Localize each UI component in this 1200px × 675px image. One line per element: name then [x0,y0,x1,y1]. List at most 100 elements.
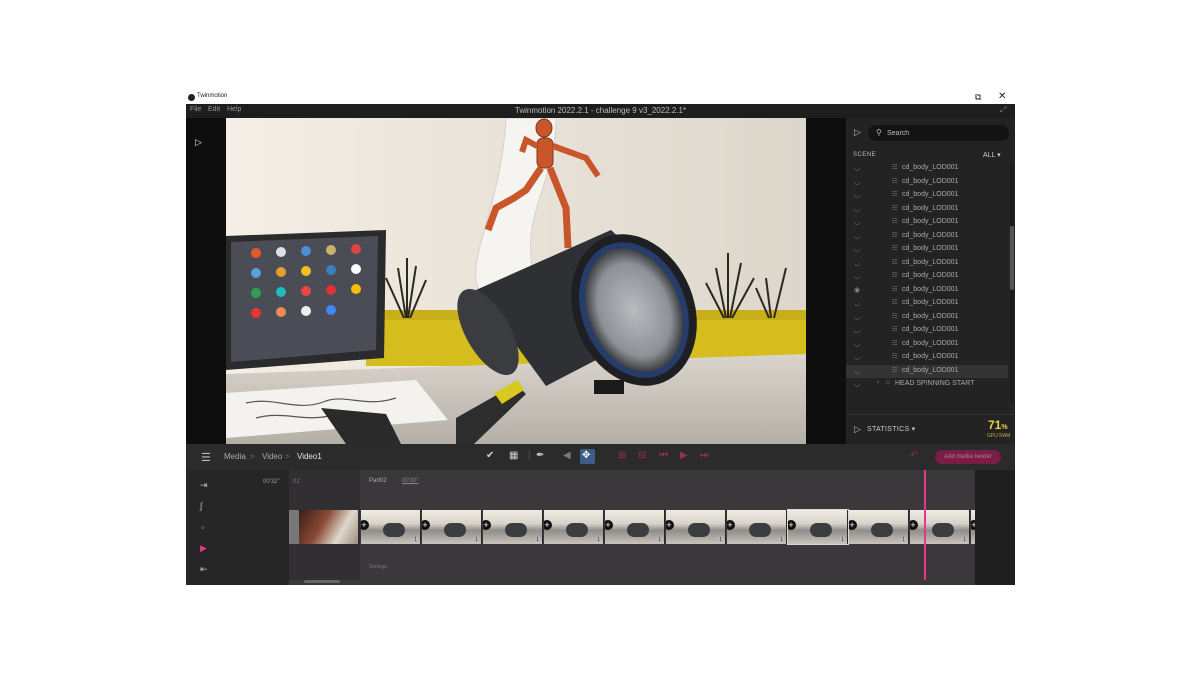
add-clip-icon[interactable]: + [361,520,369,530]
timeline[interactable]: 01' Part02 00'30" +1+1+1+1+1+1+1+1+1+1+1… [289,470,1015,585]
add-clip-icon[interactable]: + [788,520,796,530]
clip-thumbnail[interactable]: +1 [787,509,849,545]
add-clip-icon[interactable]: + [910,520,918,530]
play-timeline-icon[interactable]: ▶ [680,450,688,461]
clip-thumbnail[interactable]: +1 [727,510,787,544]
app-logo-icon [188,94,195,101]
scene-list-item[interactable]: ◡ ☷ cd_body_LOD001 [846,257,1008,271]
visibility-icon[interactable]: ◡ [854,272,860,280]
visibility-icon[interactable]: ◡ [854,299,860,307]
timeline-scrollbar[interactable] [304,580,340,583]
video-track-icon[interactable]: ▶ [200,543,207,554]
visibility-icon[interactable]: ◡ [854,340,860,348]
clip-preview [932,523,954,537]
breadcrumb-media[interactable]: Media [224,452,246,461]
chevron-right-icon[interactable]: › [877,379,879,386]
play-icon[interactable]: ▷ [195,137,202,148]
search-input[interactable] [887,127,997,139]
scene-list-item[interactable]: ◡ ☷ cd_body_LOD001 [846,162,1008,176]
next-icon[interactable]: ⏭ [700,450,709,461]
statistics-bar: ▷ STATISTICS ▾ 71% GPU RAM [846,414,1015,445]
split-icon[interactable]: ⊟ [638,450,646,461]
scene-list-item[interactable]: ◡ ☷ cd_body_LOD001 [846,338,1008,352]
part-time[interactable]: 00'30" [402,478,419,484]
scene-list-item[interactable]: ◡ ☷ cd_body_LOD001 [846,243,1008,257]
scene-list-item[interactable]: ◡ ☷ cd_body_LOD001 [846,189,1008,203]
scene-list-item[interactable]: ◡ ☷ cd_body_LOD001 [846,324,1008,338]
add-clip-icon[interactable]: + [544,520,552,530]
add-clip-icon[interactable]: + [849,520,857,530]
clip-thumbnail[interactable]: +1 [361,510,421,544]
add-clip-icon[interactable]: + [483,520,491,530]
visibility-icon[interactable]: ◡ [854,218,860,226]
visibility-icon[interactable]: ◡ [854,191,860,199]
clip-thumbnail[interactable]: +1 [544,510,604,544]
clip-preview [444,523,466,537]
scene-list-item[interactable]: ◡ ☷ cd_body_LOD001 [846,203,1008,217]
expand-icon[interactable]: ⤢ [1000,105,1006,115]
scene-item-label: cd_body_LOD001 [902,177,959,185]
visibility-icon[interactable]: ◡ [854,232,860,240]
enter-icon[interactable]: ⇥ [200,480,208,491]
scene-folder-item[interactable]: ◡ › □ HEAD SPINNING START [846,378,1008,392]
visibility-icon[interactable]: ◡ [854,313,860,321]
visibility-icon[interactable]: ◡ [854,380,860,388]
add-clip-icon[interactable]: + [727,520,735,530]
visibility-icon[interactable]: ◡ [854,178,860,186]
move-tool-button[interactable]: ✥ [580,449,595,464]
scene-list-item[interactable]: ◡ ☷ cd_body_LOD001 [846,176,1008,190]
visibility-icon[interactable]: ◡ [854,259,860,267]
chevron-down-icon: ▾ [997,152,1001,159]
scene-list-item[interactable]: ◡ ☷ cd_body_LOD001 [846,230,1008,244]
visibility-icon[interactable]: ◡ [854,367,860,375]
clip-thumbnail[interactable]: +1 [666,510,726,544]
visibility-icon[interactable]: ◡ [854,164,860,172]
visibility-icon[interactable]: ◡ [854,245,860,253]
undo-icon[interactable]: ↶ [910,450,918,461]
visibility-icon[interactable]: ◡ [854,326,860,334]
close-icon[interactable]: ✕ [998,91,1006,102]
clip-thumbnail[interactable]: +1 [605,510,665,544]
scene-item-label: cd_body_LOD001 [902,272,959,279]
clip-thumbnail[interactable]: +1 [483,510,543,544]
scene-list-item[interactable]: ◡ ☷ cd_body_LOD001 [846,270,1008,284]
curve-icon[interactable]: ∫ [200,501,202,511]
visibility-icon[interactable]: ◉ [854,286,860,294]
menu-icon[interactable]: ☰ [201,451,211,464]
breadcrumb-video1: Video1 [297,452,322,461]
scene-list-item[interactable]: ◡ ☷ cd_body_LOD001 [846,311,1008,325]
settings-label[interactable]: Settings [369,564,387,570]
link-icon[interactable]: ∘ [200,522,206,533]
visibility-icon[interactable]: ◡ [854,205,860,213]
statistics-toggle[interactable]: STATISTICS ▾ [867,425,916,433]
prev-icon[interactable]: ⏮ [659,450,668,461]
scene-list-item[interactable]: ◡ ☷ cd_body_LOD001 [846,216,1008,230]
scene-filter-dropdown[interactable]: ALL ▾ [983,151,1001,159]
add-clip-icon[interactable]: + [666,520,674,530]
clip-thumbnail[interactable]: +1 [910,510,970,544]
panel-play-icon[interactable]: ▷ [854,127,861,138]
breadcrumb-video[interactable]: Video [262,452,282,461]
pick-icon[interactable]: ✒ [536,450,544,461]
restore-icon[interactable]: ⧉ [975,92,981,103]
add-media-render-button[interactable]: Add media render [935,450,1001,464]
search-box[interactable]: ⚲ [868,125,1009,141]
scene-list-item[interactable]: ◉ ☷ cd_body_LOD001 [846,284,1008,298]
add-clip-icon[interactable]: + [422,520,430,530]
scene-list-item[interactable]: ◡ ☷ cd_body_LOD001 [846,351,1008,365]
exit-icon[interactable]: ⇤ [200,564,208,575]
check-icon[interactable]: ✔ [486,450,494,461]
add-keyframe-icon[interactable]: ⊞ [618,450,626,461]
playhead[interactable] [924,470,926,580]
add-clip-icon[interactable]: + [605,520,613,530]
scene-list-item[interactable]: ◡ ☷ cd_body_LOD001 [846,297,1008,311]
clip-thumbnail[interactable]: +1 [422,510,482,544]
statistics-play-icon[interactable]: ▷ [854,424,861,435]
scene-list-item[interactable]: ◡ ☷ cd_body_LOD001 [846,364,1008,378]
clip-thumbnail[interactable]: +1 [849,510,909,544]
back-icon[interactable]: ◀ [563,450,571,461]
scrollbar-thumb[interactable] [1010,226,1014,290]
frames-icon[interactable]: ▦ [509,450,518,461]
visibility-icon[interactable]: ◡ [854,353,860,361]
viewport[interactable]: ▤ 👁 [226,118,806,444]
